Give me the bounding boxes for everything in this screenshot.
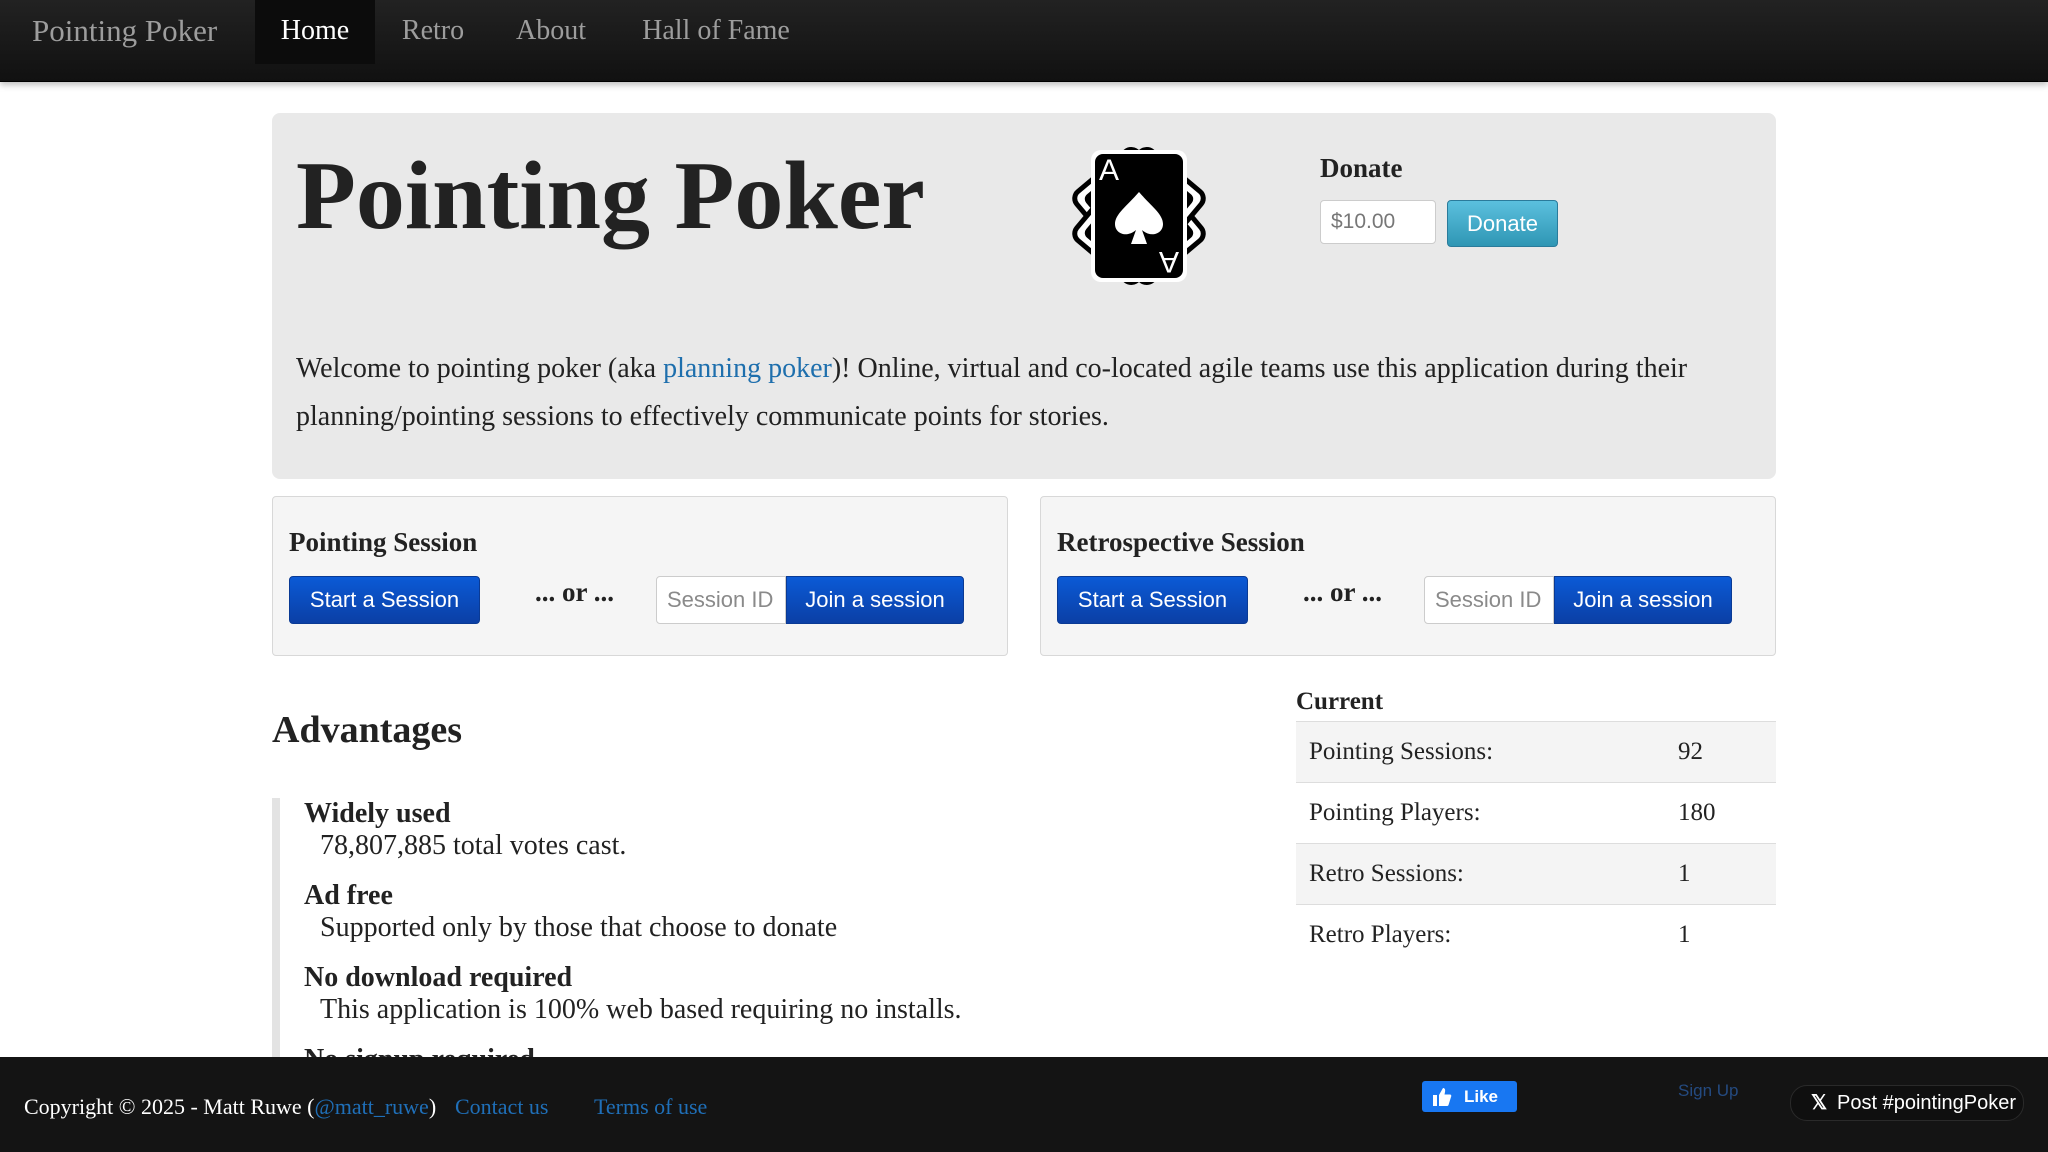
start-pointing-session-button[interactable]: Start a Session [289, 576, 480, 624]
donate-label: Donate [1320, 153, 1403, 183]
or-separator: ... or ... [1303, 577, 1382, 607]
stat-row: Retro Players: 1 [1296, 905, 1776, 965]
nav-home[interactable]: Home [255, 0, 375, 64]
intro-paragraph: Welcome to pointing poker (aka planning … [296, 345, 1716, 441]
facebook-like-button[interactable]: Like [1422, 1081, 1517, 1112]
pointing-session-title: Pointing Session [289, 527, 478, 557]
advantage-item: No download required This application is… [304, 962, 1172, 1026]
intro-text-before: Welcome to pointing poker (aka [296, 353, 664, 384]
advantages-heading: Advantages [272, 709, 463, 751]
join-retro-session-button[interactable]: Join a session [1554, 576, 1732, 624]
stats-caption: Current [1296, 688, 1384, 715]
brand-link[interactable]: Pointing Poker [32, 0, 217, 62]
copyright-text: Copyright © 2025 - Matt Ruwe (@matt_ruwe… [24, 1079, 436, 1135]
stat-value: 92 [1678, 738, 1703, 765]
retro-session-id-input[interactable]: Session ID [1424, 576, 1554, 624]
x-logo-icon: 𝕏 [1811, 1092, 1828, 1114]
retrospective-session-panel: Retrospective Session Start a Session ..… [1040, 496, 1776, 656]
copyright-suffix: ) [428, 1094, 437, 1119]
facebook-signup-link[interactable]: Sign Up [1678, 1081, 1738, 1101]
current-stats-table: Pointing Sessions: 92 Pointing Players: … [1296, 721, 1776, 965]
stat-row: Pointing Players: 180 [1296, 783, 1776, 844]
advantages-list: Widely used 78,807,885 total votes cast.… [272, 798, 1172, 1075]
contact-us-link[interactable]: Contact us [455, 1079, 549, 1135]
pointing-session-id-input[interactable]: Session ID [656, 576, 786, 624]
advantage-title: No download required [304, 962, 573, 993]
card-letter-bottom: A [1159, 245, 1179, 278]
pointing-session-panel: Pointing Session Start a Session ... or … [272, 496, 1008, 656]
stat-label: Retro Players: [1309, 921, 1452, 948]
hero-jumbotron: Pointing Poker A A Donate $10.00 Donate … [272, 113, 1776, 479]
join-pointing-session-button[interactable]: Join a session [786, 576, 964, 624]
stat-value: 180 [1678, 799, 1716, 826]
x-post-label: Post #pointingPoker [1837, 1092, 2017, 1114]
advantage-title: Widely used [304, 798, 451, 829]
stat-value: 1 [1678, 921, 1691, 948]
donate-button[interactable]: Donate [1447, 200, 1558, 247]
start-retro-session-button[interactable]: Start a Session [1057, 576, 1248, 624]
stat-label: Pointing Players: [1309, 799, 1481, 826]
copyright-prefix: Copyright © 2025 - Matt Ruwe ( [24, 1094, 315, 1119]
planning-poker-link[interactable]: planning poker [663, 353, 832, 384]
advantage-desc: This application is 100% web based requi… [320, 994, 962, 1025]
nav-about[interactable]: About [495, 0, 607, 64]
page-title: Pointing Poker [296, 142, 925, 250]
x-post-button[interactable]: 𝕏 Post #pointingPoker [1790, 1085, 2024, 1121]
stat-value: 1 [1678, 860, 1691, 887]
advantage-item: Ad free Supported only by those that cho… [304, 880, 1172, 944]
advantage-title: Ad free [304, 880, 393, 911]
advantage-item: Widely used 78,807,885 total votes cast. [304, 798, 1172, 862]
twitter-handle-link[interactable]: @matt_ruwe [314, 1094, 428, 1119]
playing-cards-icon: A A [1072, 147, 1206, 285]
retrospective-session-title: Retrospective Session [1057, 527, 1305, 557]
card-letter-top: A [1099, 154, 1119, 187]
terms-of-use-link[interactable]: Terms of use [594, 1079, 707, 1135]
or-separator: ... or ... [535, 577, 614, 607]
stat-row: Pointing Sessions: 92 [1296, 722, 1776, 783]
nav-hall-of-fame[interactable]: Hall of Fame [622, 0, 810, 64]
advantage-desc: 78,807,885 total votes cast. [320, 830, 627, 861]
stat-row: Retro Sessions: 1 [1296, 844, 1776, 905]
footer: Copyright © 2025 - Matt Ruwe (@matt_ruwe… [0, 1057, 2048, 1152]
advantage-desc: Supported only by those that choose to d… [320, 912, 838, 943]
facebook-like-label: Like [1464, 1087, 1499, 1106]
thumbs-up-icon [1433, 1088, 1452, 1106]
top-navbar: Pointing Poker Home Retro About Hall of … [0, 0, 2048, 82]
nav-retro[interactable]: Retro [385, 0, 481, 64]
stat-label: Pointing Sessions: [1309, 738, 1494, 765]
donate-amount-input[interactable]: $10.00 [1320, 200, 1436, 244]
stat-label: Retro Sessions: [1309, 860, 1464, 887]
